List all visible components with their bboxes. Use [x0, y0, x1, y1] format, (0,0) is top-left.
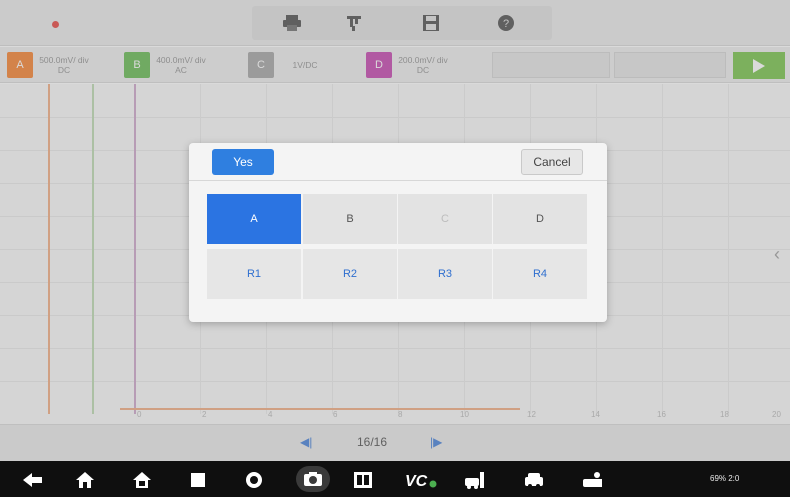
house-icon[interactable] [131, 469, 153, 491]
status-text: 69% 2:0 [710, 474, 740, 483]
cancel-button[interactable]: Cancel [521, 149, 583, 175]
home-icon[interactable] [74, 469, 96, 491]
car-repair-icon[interactable] [464, 469, 486, 491]
svg-text:VC: VC [405, 473, 428, 489]
browser-icon[interactable] [243, 469, 265, 491]
option-channel-b[interactable]: B [303, 194, 397, 244]
option-ref-r1[interactable]: R1 [207, 249, 301, 299]
option-channel-a[interactable]: A [207, 194, 301, 244]
channel-select-dialog: Yes Cancel A B C D R1 R2 R3 R4 [189, 143, 607, 322]
yes-button[interactable]: Yes [212, 149, 274, 175]
option-ref-r2[interactable]: R2 [303, 249, 397, 299]
system-navigation-bar: VC 69% 2:0 [0, 461, 790, 497]
option-ref-r4[interactable]: R4 [493, 249, 587, 299]
recents-icon[interactable] [187, 469, 209, 491]
camera-icon[interactable] [296, 466, 330, 492]
back-icon[interactable] [22, 469, 44, 491]
option-channel-d[interactable]: D [493, 194, 587, 244]
vci-icon[interactable] [352, 469, 374, 491]
vc-icon[interactable]: VC [404, 469, 438, 491]
dialog-header: Yes Cancel [189, 143, 607, 181]
person-car-icon[interactable] [582, 469, 604, 491]
car-icon[interactable] [523, 469, 545, 491]
option-ref-r3[interactable]: R3 [398, 249, 492, 299]
option-channel-c: C [398, 194, 492, 244]
